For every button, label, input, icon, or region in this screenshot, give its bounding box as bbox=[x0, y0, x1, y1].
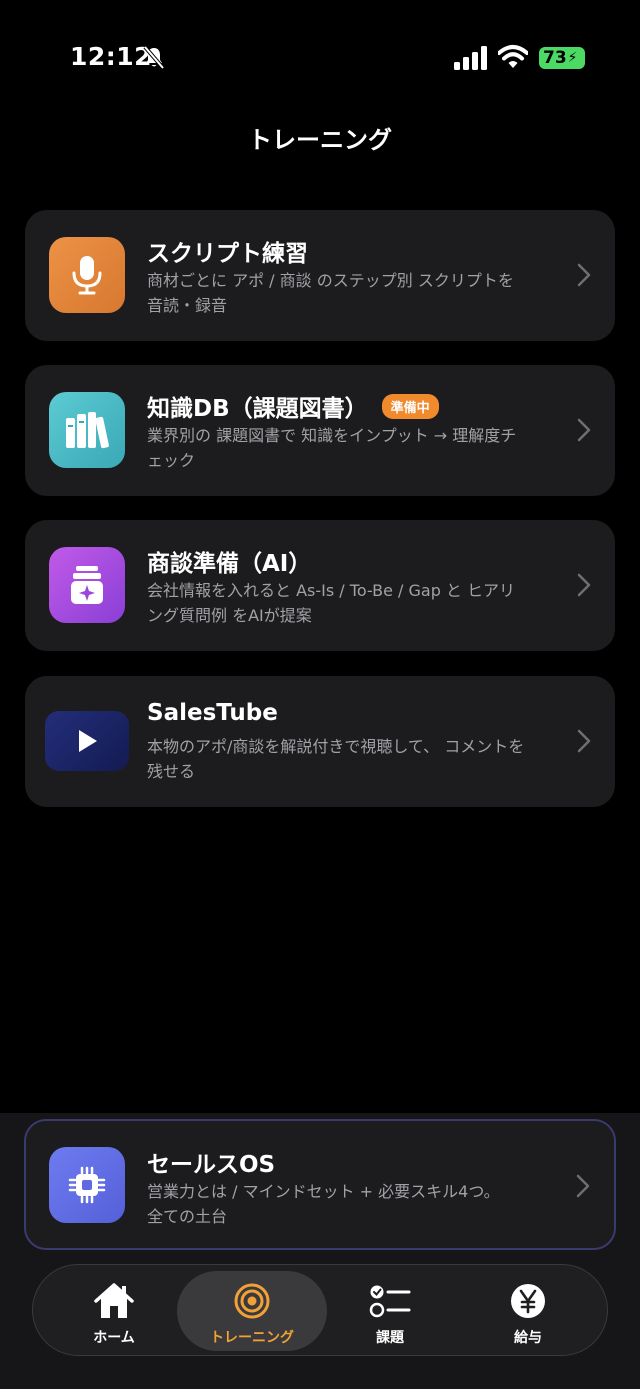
battery-indicator: 73 ⚡ bbox=[539, 47, 585, 69]
sales-os-card[interactable]: セールスOS 営業力とは / マインドセット + 必要スキル4つ。 全ての土台 bbox=[24, 1119, 616, 1250]
chevron-right-icon bbox=[577, 729, 591, 753]
tab-assignments[interactable]: 課題 bbox=[315, 1271, 465, 1351]
chevron-right-icon bbox=[576, 1174, 590, 1198]
chevron-right-icon bbox=[577, 263, 591, 287]
play-icon bbox=[45, 711, 129, 771]
target-icon bbox=[230, 1281, 274, 1321]
chip-icon bbox=[49, 1147, 125, 1223]
tab-salary[interactable]: 給与 bbox=[453, 1271, 603, 1351]
card-title: SalesTube bbox=[147, 700, 278, 726]
card-description: 本物のアポ/商談を解説付きで視聴して、 コメントを残せる bbox=[147, 737, 525, 781]
tab-training[interactable]: トレーニング bbox=[177, 1271, 327, 1351]
charging-bolt-icon: ⚡ bbox=[567, 50, 578, 66]
tab-bar: ホーム トレーニング 課題 給与 bbox=[32, 1264, 608, 1356]
tab-label: 給与 bbox=[514, 1330, 542, 1346]
checklist-icon bbox=[368, 1281, 412, 1321]
card-description: 会社情報を入れると As-Is / To-Be / Gap と ヒアリング質問例… bbox=[147, 581, 516, 625]
ai-box-icon bbox=[49, 547, 125, 623]
salestube-card[interactable]: SalesTube 本物のアポ/商談を解説付きで視聴して、 コメントを残せる bbox=[25, 676, 615, 807]
microphone-icon bbox=[49, 237, 125, 313]
status-badge: 準備中 bbox=[381, 393, 439, 419]
card-title: 知識DB（課題図書） bbox=[147, 396, 368, 422]
yen-icon bbox=[506, 1281, 550, 1321]
status-bar: 12:12 73 ⚡ bbox=[0, 0, 640, 110]
knowledge-db-card[interactable]: 知識DB（課題図書） 準備中 業界別の 課題図書で 知識をインプット → 理解度… bbox=[25, 365, 615, 496]
card-title: スクリプト練習 bbox=[147, 241, 308, 267]
home-icon bbox=[92, 1281, 136, 1321]
books-icon bbox=[49, 392, 125, 468]
status-time: 12:12 bbox=[70, 42, 153, 71]
signal-icon bbox=[454, 46, 487, 70]
chevron-right-icon bbox=[577, 418, 591, 442]
bell-off-icon bbox=[143, 45, 165, 70]
tab-label: ホーム bbox=[93, 1330, 135, 1346]
tab-label: 課題 bbox=[376, 1330, 404, 1346]
card-title: セールスOS bbox=[147, 1152, 276, 1178]
script-practice-card[interactable]: スクリプト練習 商材ごとに アポ / 商談 のステップ別 スクリプトを 音読・録… bbox=[25, 210, 615, 341]
tab-home[interactable]: ホーム bbox=[39, 1271, 189, 1351]
card-title: 商談準備（AI） bbox=[147, 551, 312, 577]
page-title: トレーニング bbox=[248, 126, 392, 154]
card-description: 商材ごとに アポ / 商談 のステップ別 スクリプトを 音読・録音 bbox=[147, 271, 514, 315]
battery-level: 73 bbox=[543, 48, 567, 68]
chevron-right-icon bbox=[577, 573, 591, 597]
card-description: 営業力とは / マインドセット + 必要スキル4つ。 全ての土台 bbox=[147, 1182, 500, 1226]
ai-meeting-prep-card[interactable]: 商談準備（AI） 会社情報を入れると As-Is / To-Be / Gap と… bbox=[25, 520, 615, 651]
tab-label: トレーニング bbox=[210, 1330, 294, 1346]
wifi-icon bbox=[498, 45, 528, 68]
card-description: 業界別の 課題図書で 知識をインプット → 理解度チェック bbox=[147, 426, 517, 470]
